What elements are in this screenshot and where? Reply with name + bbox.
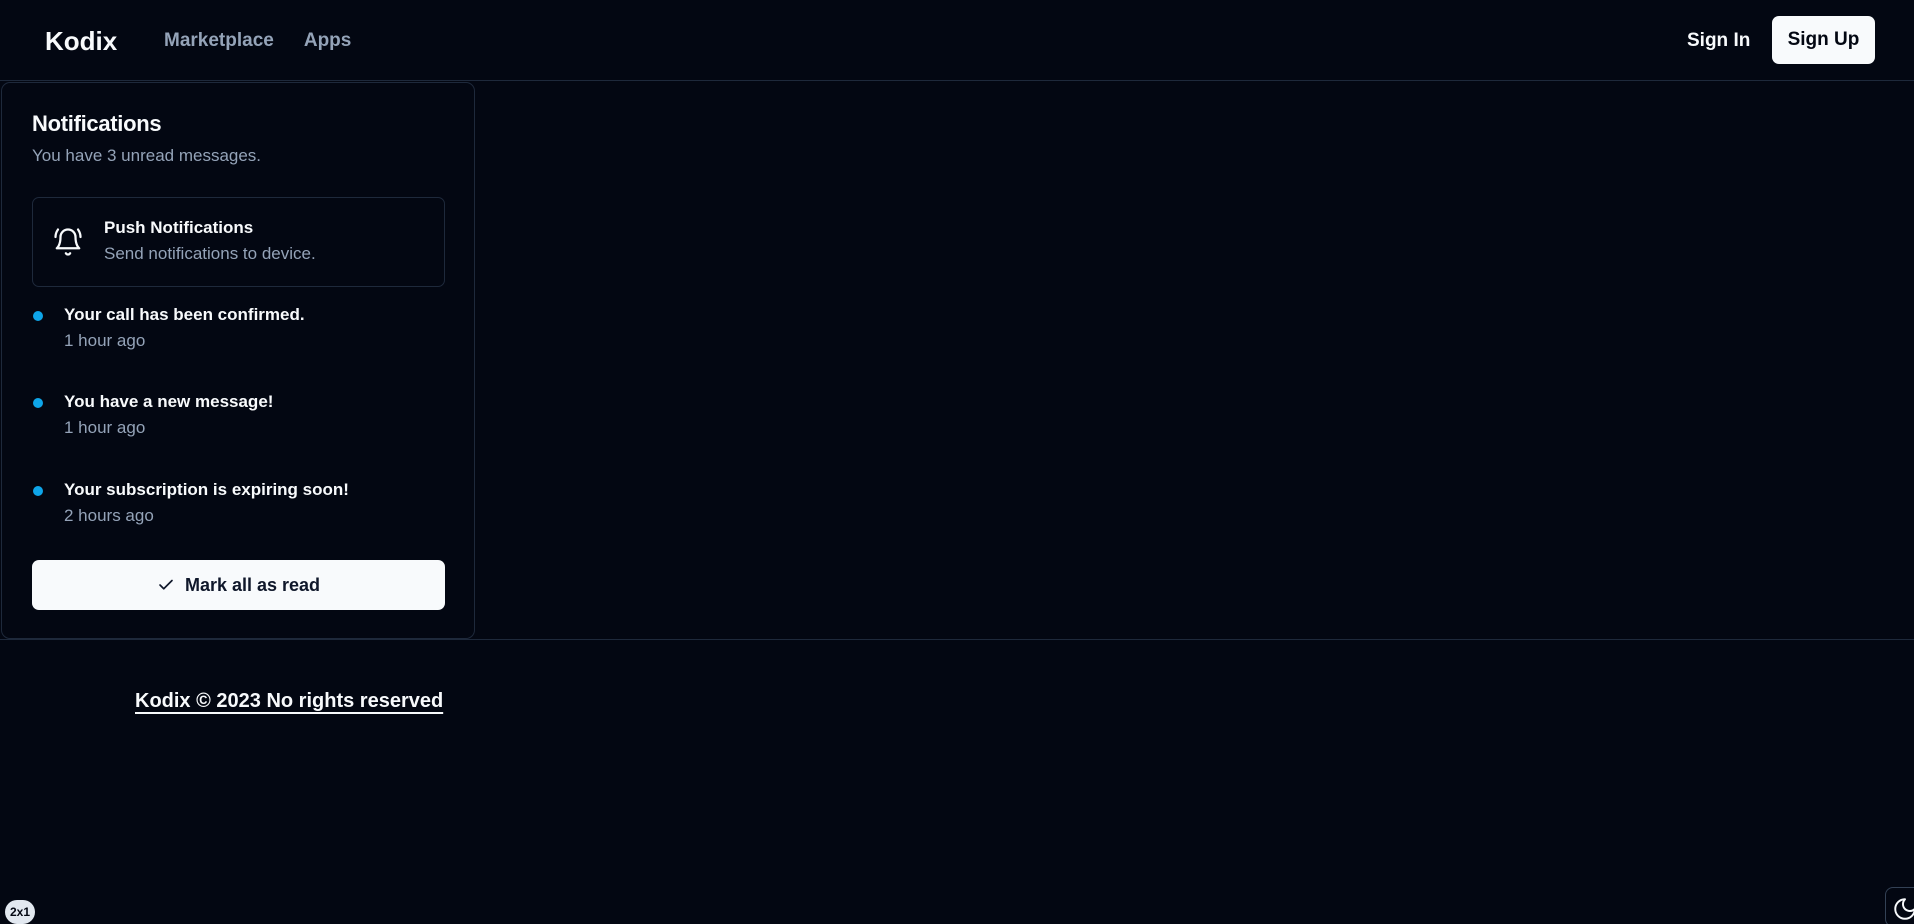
badge[interactable]: 2x1 (5, 900, 35, 924)
check-icon (159, 579, 173, 590)
footer-divider (0, 639, 1914, 640)
card-title: Notifications (32, 111, 162, 136)
unread-dot (33, 486, 43, 496)
mark-all-read-label: Mark all as read (184, 574, 321, 595)
brand-logo[interactable]: Kodix (45, 26, 117, 57)
unread-dot (33, 398, 43, 408)
main-nav: Marketplace Apps (164, 30, 351, 52)
page: Kodix Marketplace Apps Sign In Sign Up N… (0, 0, 1914, 924)
push-notifications-setting[interactable]: Push Notifications Send notifications to… (32, 197, 445, 287)
moon-icon (1894, 898, 1914, 920)
notification-title: Your call has been confirmed. (64, 305, 305, 324)
notification-title: You have a new message! (64, 392, 274, 411)
nav-link-apps[interactable]: Apps (304, 30, 352, 52)
sign-in-button[interactable]: Sign In (1687, 30, 1750, 52)
sign-up-button[interactable]: Sign Up (1772, 16, 1875, 64)
theme-toggle-button[interactable] (1885, 887, 1914, 924)
push-description: Send notifications to device. (104, 244, 316, 263)
notification-title: Your subscription is expiring soon! (64, 480, 349, 499)
push-title: Push Notifications (104, 218, 254, 237)
notification-time: 1 hour ago (64, 418, 146, 437)
notification-item: You have a new message! 1 hour ago (32, 392, 445, 452)
card-description: You have 3 unread messages. (32, 146, 262, 165)
bell-ring-icon (53, 227, 83, 257)
mark-all-read-button[interactable]: Mark all as read (32, 560, 445, 610)
notification-item: Your call has been confirmed. 1 hour ago (32, 305, 445, 365)
unread-dot (33, 311, 43, 321)
notification-time: 2 hours ago (64, 506, 154, 525)
notification-item: Your subscription is expiring soon! 2 ho… (32, 480, 445, 540)
nav-link-marketplace[interactable]: Marketplace (164, 30, 274, 52)
top-navbar: Kodix Marketplace Apps Sign In Sign Up (0, 0, 1914, 81)
notifications-card: Notifications You have 3 unread messages… (1, 82, 475, 639)
notification-time: 1 hour ago (64, 331, 146, 350)
footer-copyright-link[interactable]: Kodix © 2023 No rights reserved (135, 690, 443, 713)
